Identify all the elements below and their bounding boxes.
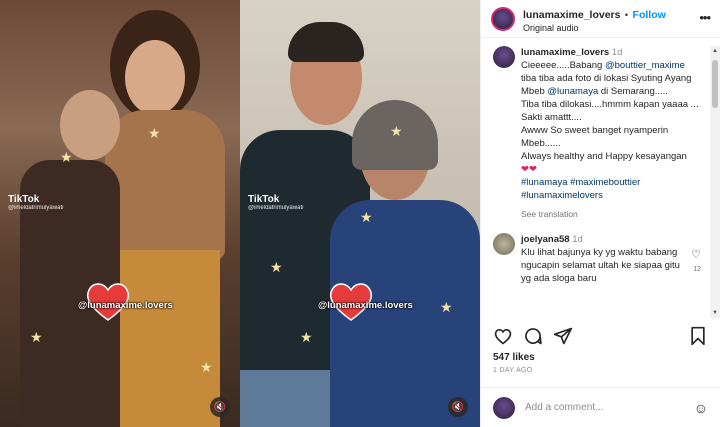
caption-line4: Tiba tiba dilokasi....hmmm kapan yaaaa .… (521, 99, 699, 110)
caption-line1: Cieeeee.....Babang (521, 60, 605, 71)
watermark-right: @lunamaxime.lovers (318, 300, 413, 311)
commenter-username[interactable]: joelyana58 (521, 234, 570, 245)
comment-item: joelyana58 1d Klu lihat bajunya ky yg wa… (493, 233, 701, 285)
share-icon[interactable] (553, 326, 573, 346)
commenter-avatar[interactable] (493, 233, 515, 255)
caption-line5: Sakti amattt.... (521, 112, 582, 123)
comment-body: Klu lihat bajunya ky yg waktu babang ngu… (521, 247, 680, 284)
post-actions (493, 326, 708, 348)
comment-text: joelyana58 1d Klu lihat bajunya ky yg wa… (521, 233, 699, 285)
post-side-panel: lunamaxime_lovers • Follow Original audi… (480, 0, 720, 427)
pants-shape (110, 250, 220, 427)
scroll-up-arrow-icon[interactable]: ▲ (712, 48, 718, 54)
caption-time: 1d (611, 47, 623, 58)
caption: lunamaxime_lovers 1d Cieeeee.....Babang … (493, 46, 699, 221)
add-comment-input[interactable]: Add a comment... (525, 402, 694, 413)
mention-bouttier[interactable]: @bouttier_maxime (605, 60, 685, 71)
post-age: 1 DAY AGO (493, 367, 533, 374)
caption-text: lunamaxime_lovers 1d Cieeeee.....Babang … (521, 46, 699, 221)
tiktok-handle-2: @imeldatrimulyawati (248, 205, 304, 211)
bookmark-icon[interactable] (688, 326, 708, 346)
tiktok-label: TikTok (8, 194, 40, 205)
caption-line6: Awww So sweet banget nyamperin Mbeb.....… (521, 125, 669, 149)
post-header: lunamaxime_lovers • Follow Original audi… (481, 0, 720, 38)
star-icon: ★ (60, 149, 73, 165)
caption-line7: Always healthy and Happy kesayangan (521, 151, 687, 162)
star-icon: ★ (148, 125, 161, 141)
star-icon: ★ (200, 359, 213, 375)
tiktok-logo-2: TikTok @imeldatrimulyawati (248, 194, 303, 211)
comments-list: lunamaxime_lovers 1d Cieeeee.....Babang … (481, 46, 709, 318)
comment-like-count: 12 (693, 266, 701, 273)
header-dot: • (624, 9, 629, 20)
face-shape (125, 40, 185, 115)
star-icon: ★ (30, 329, 43, 345)
header-text: lunamaxime_lovers • Follow Original audi… (523, 5, 666, 33)
caption-avatar[interactable] (493, 46, 515, 68)
scrollbar-thumb[interactable] (712, 60, 718, 108)
emoji-icon[interactable]: ☺ (694, 400, 708, 416)
star-icon: ★ (300, 329, 313, 345)
mute-icon[interactable]: 🔇 (210, 397, 230, 417)
comment-time: 1d (572, 234, 583, 245)
sweater-shape (105, 110, 225, 260)
likes-count[interactable]: 547 likes (493, 352, 535, 363)
header-username[interactable]: lunamaxime_lovers (523, 9, 620, 21)
more-horizontal-icon[interactable]: ••• (699, 10, 711, 25)
caption-hashtags-2[interactable]: #lunamaximelovers (521, 190, 603, 201)
follow-button[interactable]: Follow (633, 9, 666, 21)
scroll-down-arrow-icon[interactable]: ▼ (712, 310, 718, 316)
hair-shape-2 (288, 22, 364, 62)
add-comment-bar: Add a comment... ☺ (481, 387, 720, 427)
star-icon: ★ (270, 259, 283, 275)
comment-like-heart-icon[interactable]: ♡ (691, 249, 701, 262)
mute-icon-2[interactable]: 🔇 (448, 397, 468, 417)
current-user-avatar (493, 396, 515, 419)
caption-line3: di Semarang..... (598, 86, 668, 97)
avatar[interactable] (491, 6, 515, 31)
heart-icon[interactable] (493, 326, 513, 346)
caption-username[interactable]: lunamaxime_lovers (521, 47, 609, 58)
comment-icon[interactable] (523, 326, 543, 346)
tiktok-logo: TikTok @imeldatrimulyawati (8, 194, 63, 211)
comments-scrollbar[interactable]: ▲ ▼ (710, 46, 720, 318)
mention-lunamaya[interactable]: @lunamaya (547, 86, 598, 97)
audio-label[interactable]: Original audio (523, 23, 666, 33)
caption-hashtags[interactable]: #lunamaya #maximebouttier (521, 177, 640, 188)
tiktok-label-2: TikTok (248, 194, 280, 205)
post-media[interactable]: TikTok @imeldatrimulyawati @lunamaxime.lo… (0, 0, 480, 427)
instagram-post-modal: TikTok @imeldatrimulyawati @lunamaxime.lo… (0, 0, 720, 427)
star-icon: ★ (440, 299, 453, 315)
star-icon: ★ (360, 209, 373, 225)
tiktok-handle: @imeldatrimulyawati (8, 205, 64, 211)
caption-hearts: ❤❤ (521, 164, 537, 175)
star-icon: ★ (390, 123, 403, 139)
see-translation-link[interactable]: See translation (521, 208, 699, 221)
watermark-left: @lunamaxime.lovers (78, 300, 173, 311)
